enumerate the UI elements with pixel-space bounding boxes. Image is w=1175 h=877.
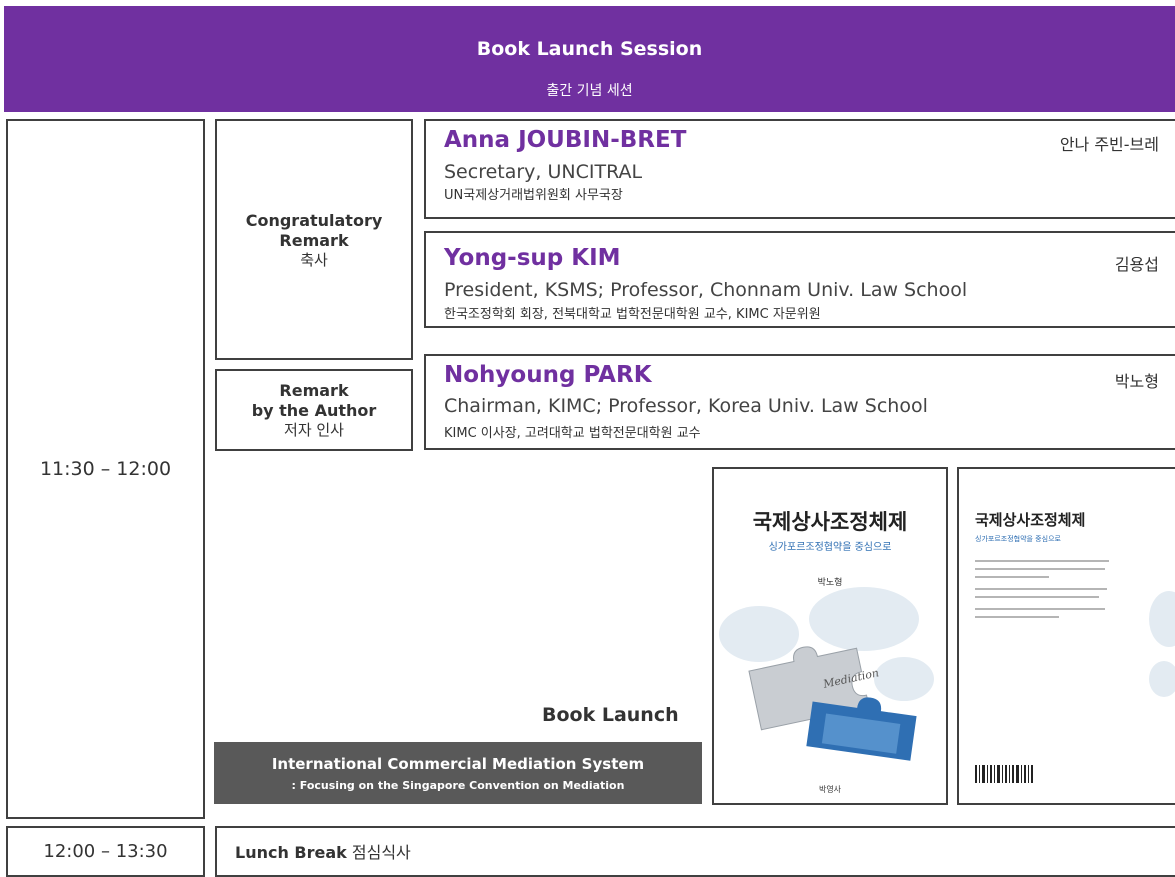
back-cover-art: 국제상사조정체제 싱가포르조정협약을 중심으로 [975, 511, 1175, 783]
speaker-role-ko: UN국제상거래법위원회 사무국장 [444, 188, 623, 203]
speaker-card: Anna JOUBIN-BRET 안나 주빈-브레 Secretary, UNC… [424, 119, 1175, 219]
book-title-line2: : Focusing on the Singapore Convention o… [291, 779, 625, 792]
back-cover-title: 국제상사조정체제 [975, 511, 1085, 529]
lunch-label-ko: 점심식사 [351, 843, 411, 862]
session-title: Book Launch Session [476, 38, 703, 60]
front-cover-subtitle: 싱가포르조정협약을 중심으로 [769, 540, 892, 553]
congratulatory-label-cell: Congratulatory Remark 축사 [215, 119, 413, 360]
back-cover-subtitle: 싱가포르조정협약을 중심으로 [975, 534, 1062, 543]
book-launch-label: Book Launch [542, 704, 679, 726]
speaker-role-ko: KIMC 이사장, 고려대학교 법학전문대학원 교수 [444, 426, 701, 441]
speaker-name-ko: 박노형 [1114, 372, 1159, 391]
lunch-cell: Lunch Break 점심식사 [215, 826, 1175, 877]
author-label-cell: Remark by the Author 저자 인사 [215, 369, 413, 451]
speaker-role: Chairman, KIMC; Professor, Korea Univ. L… [444, 395, 928, 417]
author-label-en1: Remark [279, 381, 349, 400]
congratulatory-label-en2: Remark [279, 230, 349, 250]
lunch-time-label: 12:00 – 13:30 [43, 841, 168, 862]
speaker-name-ko: 안나 주빈-브레 [1059, 135, 1159, 154]
front-cover-art: 국제상사조정체제 싱가포르조정협약을 중심으로 박노형 Mediation 박영… [719, 509, 934, 794]
speaker-card: Yong-sup KIM 김용섭 President, KSMS; Profes… [424, 231, 1175, 328]
front-cover-title: 국제상사조정체제 [753, 509, 908, 534]
session-subtitle: 출간 기념 세션 [546, 83, 633, 99]
front-cover-author: 박노형 [818, 577, 843, 588]
lunch-label-en: Lunch Break [235, 843, 347, 862]
author-label-en2: by the Author [251, 401, 377, 420]
speaker-name: Nohyoung PARK [444, 362, 652, 388]
congratulatory-label-ko: 축사 [300, 250, 328, 269]
book-title-line1: International Commercial Mediation Syste… [271, 755, 645, 773]
lunch-time-cell: 12:00 – 13:30 [6, 826, 205, 877]
session-header: Book Launch Session 출간 기념 세션 [4, 6, 1175, 112]
book-front-cover: 국제상사조정체제 싱가포르조정협약을 중심으로 박노형 Mediation 박영… [712, 467, 948, 805]
author-label-ko: 저자 인사 [284, 421, 344, 439]
time-label: 11:30 – 12:00 [39, 458, 172, 480]
book-back-cover: 국제상사조정체제 싱가포르조정협약을 중심으로 [957, 467, 1175, 805]
back-cover-body-text [975, 560, 1109, 618]
time-cell: 11:30 – 12:00 [6, 119, 205, 819]
speaker-role: Secretary, UNCITRAL [444, 161, 643, 183]
front-cover-publisher: 박영사 [819, 784, 842, 794]
speaker-role-ko: 한국조정학회 회장, 전북대학교 법학전문대학원 교수, KIMC 자문위원 [444, 307, 821, 322]
speaker-name-ko: 김용섭 [1114, 255, 1159, 274]
book-title-box: International Commercial Mediation Syste… [214, 742, 702, 804]
congratulatory-label-en1: Congratulatory [245, 210, 383, 230]
lunch-label: Lunch Break 점심식사 [235, 839, 411, 863]
speaker-card: Nohyoung PARK 박노형 Chairman, KIMC; Profes… [424, 354, 1175, 450]
speaker-name: Anna JOUBIN-BRET [444, 127, 687, 153]
speaker-name: Yong-sup KIM [444, 245, 621, 271]
speaker-role: President, KSMS; Professor, Chonnam Univ… [444, 279, 968, 301]
barcode-icon [975, 765, 1033, 783]
